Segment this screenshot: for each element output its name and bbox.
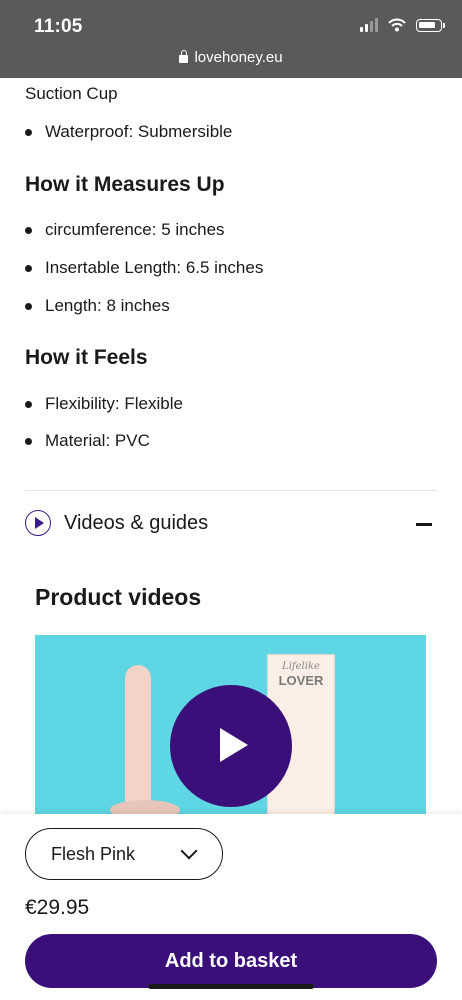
collapse-minus-icon[interactable] <box>416 523 432 526</box>
bullet-icon <box>25 227 32 234</box>
measures-heading: How it Measures Up <box>25 173 225 196</box>
system-icons <box>360 18 445 32</box>
chevron-down-icon <box>180 842 198 860</box>
home-indicator[interactable] <box>148 984 314 989</box>
purchase-panel: Flesh Pink €29.95 Add to basket <box>0 814 462 1000</box>
battery-icon <box>416 18 445 32</box>
spec-continuation: Suction Cup <box>25 84 118 103</box>
bullet-icon <box>25 401 32 408</box>
url-text: lovehoney.eu <box>194 49 283 66</box>
bullet-icon <box>25 129 32 136</box>
status-bar: 11:05 lovehoney.eu <box>0 0 462 78</box>
address-bar[interactable]: lovehoney.eu <box>0 49 462 66</box>
color-select[interactable]: Flesh Pink <box>25 828 223 880</box>
add-to-basket-button[interactable]: Add to basket <box>25 934 437 988</box>
color-select-value: Flesh Pink <box>51 844 136 864</box>
suction-base-image <box>110 800 180 815</box>
product-videos-title: Product videos <box>35 584 202 610</box>
product-image <box>125 665 151 815</box>
wifi-icon <box>388 18 406 32</box>
bullet-icon <box>25 438 32 445</box>
lock-icon <box>179 50 189 63</box>
videos-guides-label: Videos & guides <box>64 512 209 534</box>
product-video-thumbnail[interactable]: Lifelike LOVER <box>35 635 426 815</box>
product-price: €29.95 <box>25 896 90 919</box>
play-circle-icon <box>25 510 51 536</box>
videos-guides-toggle[interactable]: Videos & guides <box>25 510 437 540</box>
section-divider <box>25 490 437 491</box>
cellular-signal-icon <box>360 18 378 32</box>
status-time: 11:05 <box>34 16 83 37</box>
bullet-icon <box>25 303 32 310</box>
feels-heading: How it Feels <box>25 346 148 369</box>
video-play-button[interactable] <box>170 685 292 807</box>
bullet-icon <box>25 265 32 272</box>
